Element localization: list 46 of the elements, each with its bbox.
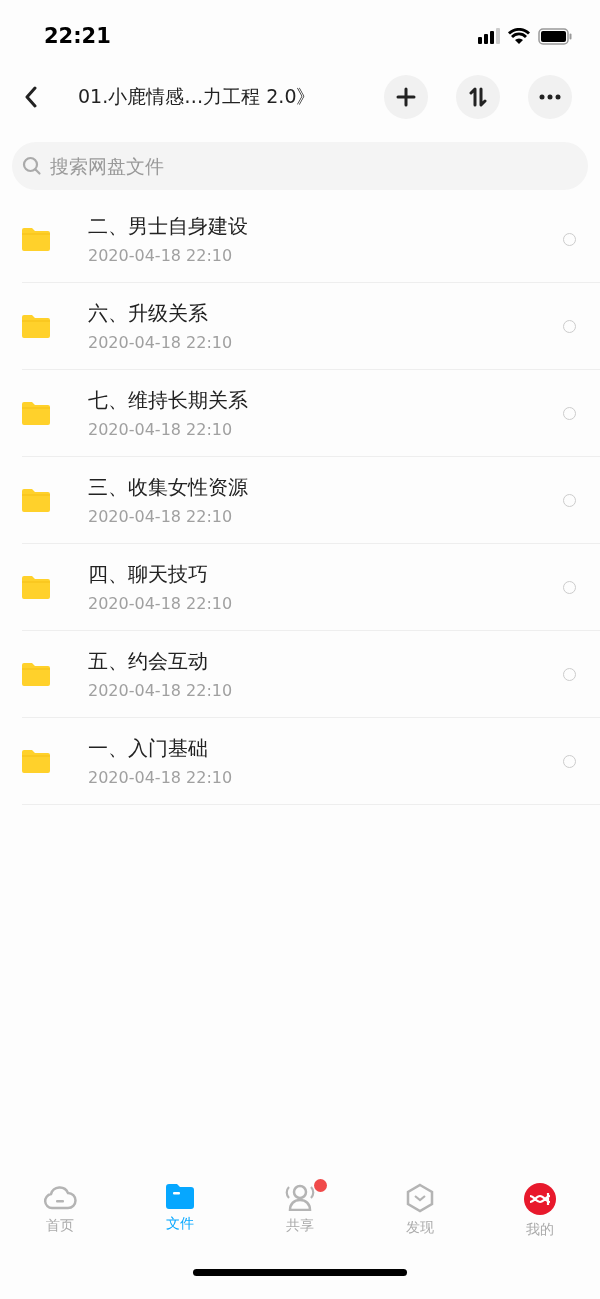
folder-name: 七、维持长期关系 xyxy=(88,387,249,414)
folder-icon xyxy=(22,575,50,599)
battery-icon xyxy=(538,27,572,45)
folder-row[interactable]: 六、升级关系 2020-04-18 22:10 xyxy=(22,283,600,370)
folder-row[interactable]: 二、男士自身建设 2020-04-18 22:10 xyxy=(22,196,600,283)
folder-row[interactable]: 五、约会互动 2020-04-18 22:10 xyxy=(22,631,600,718)
folder-name: 六、升级关系 xyxy=(88,300,209,327)
folder-icon xyxy=(22,749,50,773)
folder-icon xyxy=(22,314,50,338)
folder-row[interactable]: 一、入门基础 2020-04-18 22:10 xyxy=(22,718,600,805)
folder-icon xyxy=(166,1183,194,1209)
folder-icon xyxy=(22,488,50,512)
modified-date: 2020-04-18 22:10 xyxy=(88,333,234,352)
sort-button[interactable] xyxy=(456,75,500,119)
plus-icon xyxy=(396,87,416,107)
folder-name: 四、聊天技巧 xyxy=(88,561,209,588)
folder-name: 五、约会互动 xyxy=(88,648,209,675)
signal-icon xyxy=(478,28,500,44)
avatar-icon xyxy=(524,1183,556,1215)
status-time: 22:21 xyxy=(44,24,111,48)
folder-icon xyxy=(22,401,50,425)
people-icon xyxy=(283,1183,317,1211)
folder-row[interactable]: 四、聊天技巧 2020-04-18 22:10 xyxy=(22,544,600,631)
add-button[interactable] xyxy=(384,75,428,119)
modified-date: 2020-04-18 22:10 xyxy=(88,594,234,613)
modified-date: 2020-04-18 22:10 xyxy=(88,768,234,787)
folder-name: 二、男士自身建设 xyxy=(88,213,249,240)
modified-date: 2020-04-18 22:10 xyxy=(88,420,234,439)
sort-icon xyxy=(467,87,489,107)
folder-name: 三、收集女性资源 xyxy=(88,474,249,501)
wifi-icon xyxy=(508,28,530,44)
folder-row[interactable]: 七、维持长期关系 2020-04-18 22:10 xyxy=(22,370,600,457)
cloud-icon xyxy=(43,1183,77,1211)
more-button[interactable] xyxy=(528,75,572,119)
folder-row[interactable]: 三、收集女性资源 2020-04-18 22:10 xyxy=(22,457,600,544)
hexagon-icon xyxy=(405,1183,435,1213)
search-field[interactable]: 搜索网盘文件 xyxy=(12,142,588,190)
modified-date: 2020-04-18 22:10 xyxy=(88,246,234,265)
more-icon xyxy=(539,94,561,100)
modified-date: 2020-04-18 22:10 xyxy=(88,507,234,526)
folder-icon xyxy=(22,662,50,686)
back-button[interactable] xyxy=(24,86,38,108)
folder-title: 01.小鹿情感…力工程 2.0》 xyxy=(78,84,317,109)
folder-name: 一、入门基础 xyxy=(88,735,209,762)
modified-date: 2020-04-18 22:10 xyxy=(88,681,234,700)
folder-icon xyxy=(22,227,50,251)
